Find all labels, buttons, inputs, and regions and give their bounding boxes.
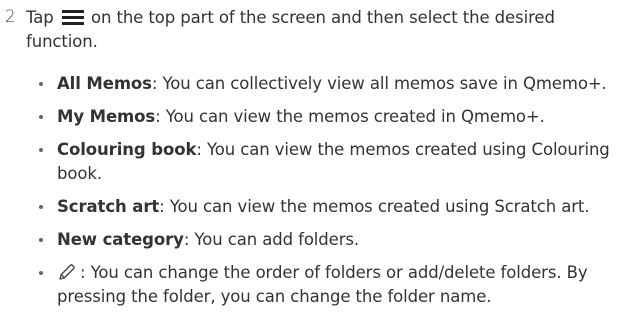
edit-pencil-icon xyxy=(59,264,75,280)
list-item-term: My Memos xyxy=(57,107,156,126)
bullet-icon xyxy=(39,148,43,152)
list-item-my-memos: My Memos: You can view the memos created… xyxy=(0,105,633,129)
list-item-scratch-art: Scratch art: You can view the memos crea… xyxy=(0,195,633,219)
step-text-after-icon: on the top part of the screen and then s… xyxy=(26,8,555,51)
bullet-icon xyxy=(39,82,43,86)
list-item-description: : You can collectively view all memos sa… xyxy=(151,74,607,93)
step-instruction: Tap on the top part of the screen and th… xyxy=(26,6,626,54)
list-item-description: : You can change the order of folders or… xyxy=(57,263,588,306)
step-number: 2 xyxy=(5,7,16,26)
list-item-colouring-book: Colouring book: You can view the memos c… xyxy=(0,138,633,186)
bullet-icon xyxy=(39,271,43,275)
list-item-term: All Memos xyxy=(57,74,152,93)
manual-page: 2 Tap on the top part of the screen and … xyxy=(0,0,633,316)
list-item-term: New category xyxy=(57,230,184,249)
list-item-term: Scratch art xyxy=(57,197,160,216)
bullet-icon xyxy=(39,238,43,242)
function-list: All Memos: You can collectively view all… xyxy=(0,72,633,318)
list-item-new-category: New category: You can add folders. xyxy=(0,228,633,252)
list-item-all-memos: All Memos: You can collectively view all… xyxy=(0,72,633,96)
list-item-description: : You can view the memos created using S… xyxy=(159,197,590,216)
menu-icon xyxy=(61,9,84,25)
bullet-icon xyxy=(39,115,43,119)
step-text-before-icon: Tap xyxy=(26,8,54,27)
list-item-description: : You can view the memos created in Qmem… xyxy=(155,107,545,126)
list-item-description: : You can add folders. xyxy=(183,230,360,249)
list-item-term: Colouring book xyxy=(57,140,197,159)
list-item-edit-folders: : You can change the order of folders or… xyxy=(0,261,633,309)
bullet-icon xyxy=(39,205,43,209)
